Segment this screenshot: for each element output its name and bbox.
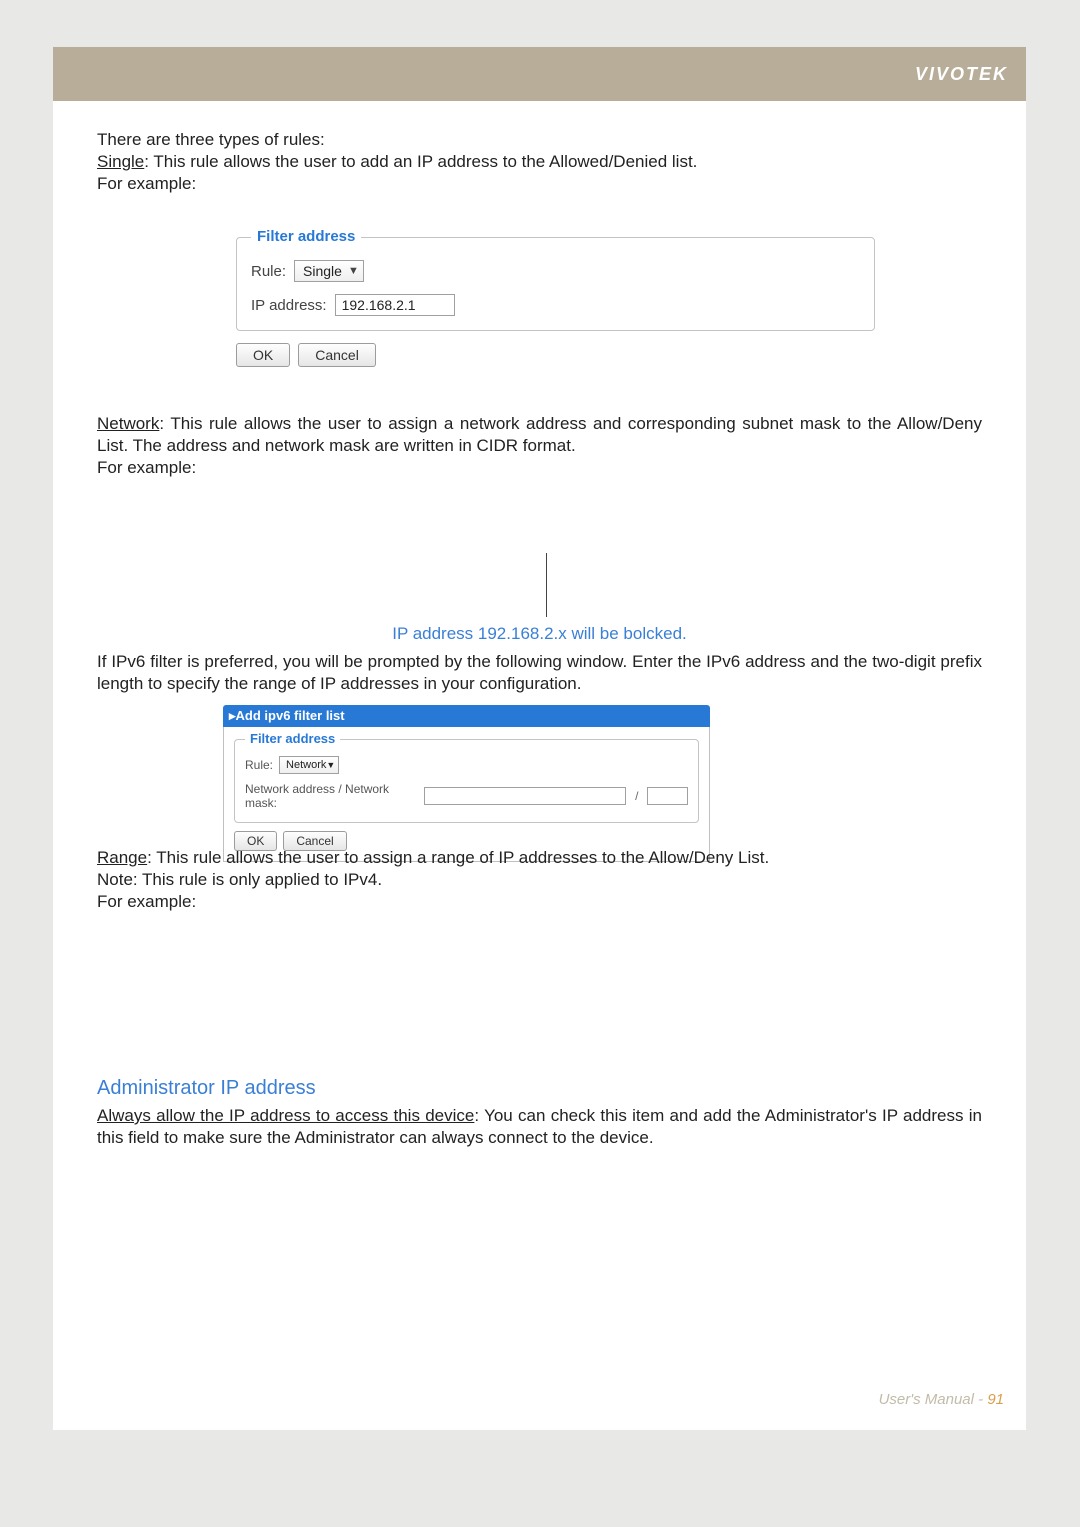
range-example: For example: [97, 891, 982, 913]
chevron-down-icon: ▼ [326, 760, 335, 770]
ipv6-mask-row: Network address / Network mask: / [245, 782, 688, 810]
rule-select[interactable]: Single ▼ [294, 260, 364, 282]
network-paragraph: Network: This rule allows the user to as… [97, 413, 982, 479]
ipv6-legend: Filter address [245, 731, 340, 746]
figure-annotation: IP address 192.168.2.x will be bolcked. [97, 624, 982, 644]
intro-line1: There are three types of rules: [97, 129, 982, 151]
rule-row: Rule: Single ▼ [251, 260, 860, 282]
filter-panel-single: Filter address Rule: Single ▼ IP address… [236, 237, 875, 375]
rule-label: Rule: [251, 263, 286, 280]
filter-legend: Filter address [251, 228, 361, 245]
single-rest: : This rule allows the user to add an IP… [144, 152, 697, 171]
admin-paragraph: Always allow the IP address to access th… [97, 1105, 982, 1149]
ipv6-network-mask-input[interactable] [647, 787, 688, 805]
ip-row: IP address: 192.168.2.1 [251, 294, 860, 316]
ipv6-paragraph: If IPv6 filter is preferred, you will be… [97, 651, 982, 695]
ipv6-rule-value: Network [286, 759, 326, 771]
ipv6-rule-label: Rule: [245, 758, 273, 772]
page-number: 91 [987, 1391, 1004, 1408]
ip-label: IP address: [251, 297, 327, 314]
ipv6-rule-select[interactable]: Network ▼ [279, 756, 339, 774]
figure-pointer-line [546, 553, 547, 617]
network-label: Network [97, 414, 159, 433]
ipv6-panel-body: Filter address Rule: Network ▼ Network a… [223, 727, 710, 862]
rule-select-value: Single [303, 263, 342, 279]
intro-single: Single: This rule allows the user to add… [97, 151, 982, 173]
brand-logo: VIVOTEK [915, 64, 1008, 85]
footer: User's Manual - 91 [879, 1391, 1004, 1408]
button-row-single: OK Cancel [236, 343, 875, 367]
page: VIVOTEK There are three types of rules: … [53, 47, 1026, 1430]
ipv6-rule-row: Rule: Network ▼ [245, 756, 688, 774]
ok-button[interactable]: OK [236, 343, 290, 367]
header-banner [53, 47, 1026, 101]
intro-example: For example: [97, 173, 982, 195]
footer-text: User's Manual - [879, 1391, 988, 1408]
ipv6-panel: ▸Add ipv6 filter list Filter address Rul… [223, 705, 710, 862]
range-note: Note: This rule is only applied to IPv4. [97, 869, 982, 891]
ip-address-input[interactable]: 192.168.2.1 [335, 294, 455, 316]
admin-heading: Administrator IP address [97, 1077, 316, 1100]
range-label: Range [97, 848, 147, 867]
single-label: Single [97, 152, 144, 171]
range-paragraph: Range: This rule allows the user to assi… [97, 847, 982, 913]
ip-address-value: 192.168.2.1 [342, 297, 416, 313]
filter-fieldset: Filter address Rule: Single ▼ IP address… [236, 237, 875, 331]
admin-label: Always allow the IP address to access th… [97, 1106, 474, 1125]
network-figure-placeholder [227, 483, 927, 629]
network-example: For example: [97, 457, 982, 479]
chevron-down-icon: ▼ [348, 265, 359, 277]
ipv6-text: If IPv6 filter is preferred, you will be… [97, 651, 982, 695]
range-rest: : This rule allows the user to assign a … [147, 848, 769, 867]
ipv6-mask-label: Network address / Network mask: [245, 782, 418, 810]
network-rest: : This rule allows the user to assign a … [97, 414, 982, 455]
ipv6-panel-header: ▸Add ipv6 filter list [223, 705, 710, 727]
slash-separator: / [632, 789, 641, 803]
ipv6-fieldset: Filter address Rule: Network ▼ Network a… [234, 739, 699, 823]
cancel-button[interactable]: Cancel [298, 343, 376, 367]
ipv6-network-address-input[interactable] [424, 787, 626, 805]
content-area: There are three types of rules: Single: … [97, 129, 982, 195]
